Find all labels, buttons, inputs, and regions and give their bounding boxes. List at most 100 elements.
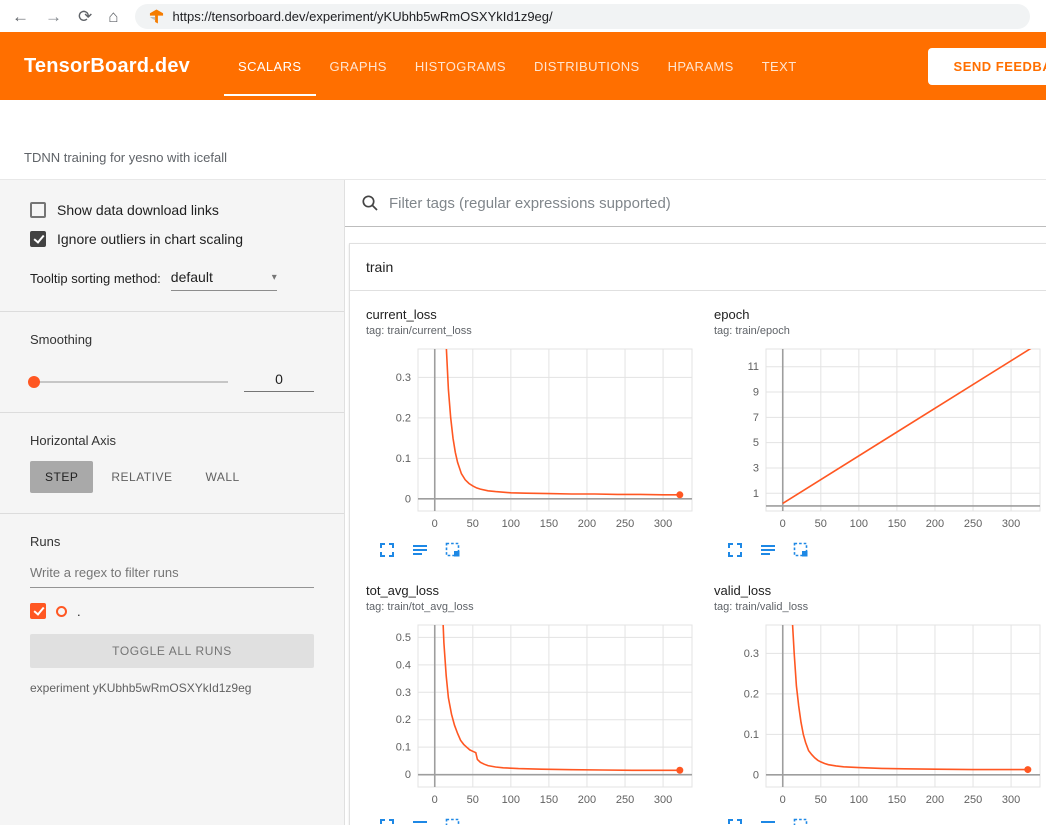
chart-card-tot-avg-loss: tot_avg_loss tag: train/tot_avg_loss 00.… — [366, 583, 706, 825]
fit-domain-icon[interactable] — [792, 541, 810, 559]
svg-text:0: 0 — [432, 794, 438, 806]
svg-text:0: 0 — [780, 518, 786, 530]
tab-histograms[interactable]: HISTOGRAMS — [401, 32, 520, 100]
svg-text:0.4: 0.4 — [396, 659, 411, 671]
tag-group-title[interactable]: train — [350, 244, 1046, 291]
run-name: . — [77, 604, 81, 619]
runs-list-icon[interactable] — [411, 541, 429, 559]
horizontal-axis-label: Horizontal Axis — [30, 433, 314, 448]
sidebar-divider — [0, 513, 344, 514]
back-icon[interactable]: ← — [12, 8, 29, 25]
tab-text[interactable]: TEXT — [748, 32, 811, 100]
svg-text:250: 250 — [964, 518, 982, 530]
runs-list-icon[interactable] — [411, 817, 429, 825]
fit-domain-icon[interactable] — [444, 541, 462, 559]
chart-tag: tag: train/epoch — [714, 325, 1046, 337]
chart-tag: tag: train/current_loss — [366, 325, 706, 337]
svg-text:0.2: 0.2 — [396, 412, 411, 424]
toggle-all-runs-button[interactable]: TOGGLE ALL RUNS — [30, 634, 314, 668]
chart-title: current_loss — [366, 307, 706, 322]
charts-grid: current_loss tag: train/current_loss 0 0.… — [350, 291, 1046, 825]
fullscreen-icon[interactable] — [378, 541, 396, 559]
show-download-links-checkbox[interactable] — [30, 202, 46, 218]
tab-scalars[interactable]: SCALARS — [224, 32, 316, 100]
chart-title: valid_loss — [714, 583, 1046, 598]
line-chart-valid-loss[interactable]: 00.10.20.3050100150200250300 — [714, 619, 1046, 813]
send-feedback-button[interactable]: SEND FEEDBACK — [928, 48, 1046, 85]
runs-list-icon[interactable] — [759, 541, 777, 559]
fullscreen-icon[interactable] — [726, 817, 744, 825]
smoothing-label: Smoothing — [30, 332, 314, 347]
svg-text:300: 300 — [1002, 518, 1020, 530]
axis-relative-button[interactable]: RELATIVE — [96, 461, 187, 493]
tensorboard-app: ← → ⟳ ⌂ https://tensorboard.dev/experime… — [0, 0, 1046, 825]
run-checkbox[interactable] — [30, 603, 46, 619]
refresh-icon[interactable]: ⟳ — [78, 8, 92, 25]
tab-hparams[interactable]: HPARAMS — [654, 32, 748, 100]
svg-text:0: 0 — [753, 769, 759, 781]
fullscreen-icon[interactable] — [378, 817, 396, 825]
line-chart-current-loss[interactable]: 00.10.20.3050100150200250300 — [366, 343, 702, 537]
tooltip-sorting-row: Tooltip sorting method: default ▾ — [30, 269, 314, 291]
run-color-swatch-icon — [56, 606, 67, 617]
smoothing-value-input[interactable]: 0 — [244, 371, 314, 392]
forward-icon[interactable]: → — [45, 8, 62, 25]
address-bar[interactable]: https://tensorboard.dev/experiment/yKUbh… — [135, 4, 1030, 29]
smoothing-slider[interactable] — [30, 381, 228, 383]
svg-text:250: 250 — [964, 794, 982, 806]
svg-text:50: 50 — [467, 518, 479, 530]
content-area: Show data download links Ignore outliers… — [0, 180, 1046, 825]
ignore-outliers-checkbox[interactable] — [30, 231, 46, 247]
tag-filter-input[interactable] — [389, 195, 1030, 212]
svg-text:5: 5 — [753, 437, 759, 449]
chart-toolbar — [378, 817, 706, 825]
svg-text:0.3: 0.3 — [396, 687, 411, 699]
tab-distributions[interactable]: DISTRIBUTIONS — [520, 32, 654, 100]
svg-text:0.3: 0.3 — [396, 372, 411, 384]
svg-text:300: 300 — [654, 518, 672, 530]
svg-text:9: 9 — [753, 387, 759, 399]
experiment-id-caption: experiment yKUbhb5wRmOSXYkId1z9eg — [30, 681, 314, 695]
search-icon — [361, 194, 379, 212]
svg-text:1: 1 — [753, 488, 759, 500]
tooltip-sorting-value: default — [171, 269, 213, 285]
svg-text:100: 100 — [850, 518, 868, 530]
svg-text:250: 250 — [616, 794, 634, 806]
chart-title: epoch — [714, 307, 1046, 322]
ignore-outliers-checkbox-row[interactable]: Ignore outliers in chart scaling — [30, 231, 314, 247]
fit-domain-icon[interactable] — [792, 817, 810, 825]
axis-wall-button[interactable]: WALL — [190, 461, 254, 493]
tensorboard-logo: TensorBoard.dev — [24, 55, 190, 78]
line-chart-epoch[interactable]: 1357911050100150200250300 — [714, 343, 1046, 537]
svg-text:0: 0 — [432, 518, 438, 530]
home-icon[interactable]: ⌂ — [108, 8, 118, 25]
runs-list-icon[interactable] — [759, 817, 777, 825]
smoothing-slider-thumb[interactable] — [28, 376, 40, 388]
train-tag-group-card: train current_loss tag: train/current_lo… — [349, 243, 1046, 825]
svg-text:0.1: 0.1 — [396, 453, 411, 465]
tab-graphs[interactable]: GRAPHS — [316, 32, 401, 100]
run-list-item[interactable]: . — [30, 603, 314, 619]
axis-step-button[interactable]: STEP — [30, 461, 93, 493]
tooltip-sorting-dropdown[interactable]: default ▾ — [171, 269, 277, 291]
tensorboard-favicon — [149, 9, 164, 24]
sidebar-divider — [0, 311, 344, 312]
chart-card-current-loss: current_loss tag: train/current_loss 0 0.… — [366, 307, 706, 559]
line-chart-tot-avg-loss[interactable]: 00.10.20.30.40.5050100150200250300 — [366, 619, 702, 813]
svg-text:50: 50 — [815, 794, 827, 806]
fit-domain-icon[interactable] — [444, 817, 462, 825]
fullscreen-icon[interactable] — [726, 541, 744, 559]
svg-text:100: 100 — [850, 794, 868, 806]
chart-toolbar — [726, 817, 1046, 825]
runs-filter-input[interactable] — [30, 557, 314, 588]
svg-text:100: 100 — [502, 794, 520, 806]
experiment-title-band: TDNN training for yesno with icefall — [0, 100, 1046, 180]
chart-toolbar — [726, 541, 1046, 559]
svg-text:0: 0 — [405, 493, 411, 505]
svg-text:200: 200 — [578, 794, 596, 806]
chart-tag: tag: train/tot_avg_loss — [366, 601, 706, 613]
scalars-dashboard: train current_loss tag: train/current_lo… — [345, 180, 1046, 825]
show-download-links-checkbox-row[interactable]: Show data download links — [30, 202, 314, 218]
chevron-down-icon: ▾ — [272, 272, 277, 283]
svg-text:50: 50 — [815, 518, 827, 530]
